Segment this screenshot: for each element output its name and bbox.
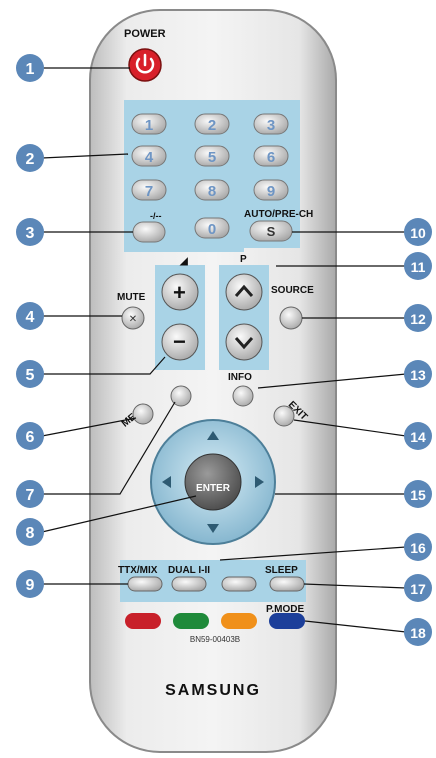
blue-key[interactable] (269, 613, 305, 629)
minus-icon: − (173, 329, 186, 354)
enter-button[interactable] (184, 453, 242, 511)
red-key[interactable] (125, 613, 161, 629)
dual-button[interactable] (171, 576, 207, 592)
callout-number: 12 (410, 311, 426, 327)
number-key-label: 6 (267, 149, 275, 166)
callout-number: 13 (410, 367, 426, 383)
dash-label: -/-- (150, 211, 162, 221)
source-button[interactable] (279, 306, 303, 330)
brand-logo: SAMSUNG (165, 682, 261, 699)
number-key-label: 8 (208, 183, 216, 200)
source-label: SOURCE (271, 285, 314, 296)
channel-down-button[interactable] (225, 323, 263, 361)
number-key-label: 2 (208, 117, 216, 134)
enter-label: ENTER (196, 483, 231, 494)
remote-diagram: POWER 1 2 34 5 67 8 90 -/-- AUTO/PRE-CH S ◢ P … (16, 9, 432, 753)
callout-number: 8 (26, 525, 35, 542)
callout-number: 18 (410, 625, 426, 641)
number-key-label: 4 (145, 149, 154, 166)
dual-label: DUAL I-II (168, 565, 210, 576)
ttx-label: TTX/MIX (118, 565, 158, 576)
callout-number: 2 (26, 151, 35, 168)
callout-number: 14 (410, 429, 426, 445)
dash-button[interactable] (132, 221, 166, 243)
green-key[interactable] (173, 613, 209, 629)
callout-number: 5 (26, 367, 35, 384)
number-key-label: 3 (267, 117, 275, 134)
mute-icon: ✕ (129, 314, 137, 325)
callout-number: 15 (410, 487, 426, 503)
callout-number: 7 (26, 487, 35, 504)
info-button[interactable] (232, 385, 254, 407)
info-label: INFO (228, 372, 252, 383)
sleep-button[interactable] (269, 576, 305, 592)
prech-icon: S (267, 224, 276, 239)
callout-number: 16 (410, 540, 426, 556)
exit-button[interactable] (273, 405, 295, 427)
number-key-label: 0 (208, 221, 216, 238)
yellow-key[interactable] (221, 613, 257, 629)
number-key-label: 7 (145, 183, 153, 200)
callout-number: 17 (410, 581, 426, 597)
callout-number: 3 (26, 225, 35, 242)
prech-label: AUTO/PRE-CH (244, 209, 313, 220)
sleep-label: SLEEP (265, 565, 298, 576)
number-key-label: 1 (145, 117, 153, 134)
channel-up-button[interactable] (225, 273, 263, 311)
model-number: BN59-00403B (190, 635, 240, 644)
callout-number: 11 (411, 259, 426, 275)
channel-label: P (240, 254, 247, 265)
ttx-button[interactable] (127, 576, 163, 592)
menu-button[interactable] (132, 403, 154, 425)
plus-icon: + (173, 280, 186, 305)
callout-number: 6 (26, 429, 35, 446)
still-button[interactable] (221, 576, 257, 592)
callout-number: 4 (26, 309, 35, 326)
number-key-label: 9 (267, 183, 275, 200)
callout-number: 9 (26, 577, 35, 594)
number-key-label: 5 (208, 149, 216, 166)
power-label: POWER (124, 28, 166, 40)
callout-number: 10 (410, 225, 426, 241)
callout-number: 1 (26, 61, 35, 78)
mute-label: MUTE (117, 292, 146, 303)
volume-marker: ◢ (179, 256, 188, 267)
